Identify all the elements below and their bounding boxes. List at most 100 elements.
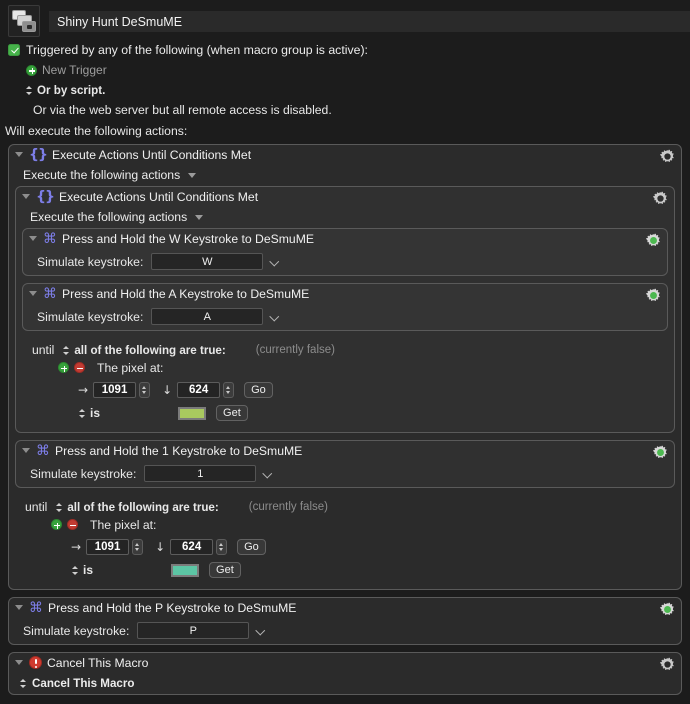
- command-key-icon: ⌘: [43, 230, 57, 247]
- cancel-macro-dropdown[interactable]: Cancel This Macro: [9, 672, 681, 694]
- gear-icon-cancel-macro[interactable]: [660, 657, 675, 672]
- chevron-down-icon[interactable]: [263, 469, 272, 478]
- disclosure-triangle-icon[interactable]: [22, 194, 30, 199]
- gear-icon-inner[interactable]: [653, 191, 668, 206]
- inner-until-row[interactable]: until all of the following are true: (cu…: [22, 343, 668, 357]
- arrow-down-icon: ↓: [155, 540, 166, 554]
- up-down-chevron-icon[interactable]: [55, 501, 63, 513]
- disclosure-triangle-icon[interactable]: [15, 605, 23, 610]
- inner-pixel-x-input[interactable]: 1091: [93, 382, 137, 398]
- actions-list: {} Execute Actions Until Conditions Met …: [0, 140, 690, 704]
- trigger-enabled-checkbox[interactable]: [8, 44, 20, 56]
- chevron-down-icon[interactable]: [188, 172, 197, 178]
- will-execute-label: Will execute the following actions:: [5, 124, 188, 138]
- cancel-macro-title: Cancel This Macro: [47, 655, 149, 670]
- inner-go-button[interactable]: Go: [244, 382, 273, 398]
- inner-pixel-x-stepper[interactable]: [139, 382, 151, 398]
- outer-pixel-y-input[interactable]: 624: [170, 539, 214, 555]
- action-execute-until-inner[interactable]: {} Execute Actions Until Conditions Met …: [15, 186, 675, 433]
- trigger-section: Triggered by any of the following (when …: [0, 36, 690, 140]
- keystroke-w-field[interactable]: W: [151, 253, 264, 270]
- outer-dropdown-label: Execute the following actions: [23, 168, 181, 182]
- outer-pixel-label-row: The pixel at:: [15, 514, 675, 535]
- keystroke-a-field[interactable]: A: [151, 308, 264, 325]
- outer-until-row[interactable]: until all of the following are true: (cu…: [15, 500, 675, 514]
- keystroke-1-header[interactable]: ⌘ Press and Hold the 1 Keystroke to DeSm…: [16, 441, 674, 460]
- new-trigger-button[interactable]: New Trigger: [26, 60, 690, 80]
- keystroke-1-row: Simulate keystroke: 1: [16, 460, 674, 487]
- the-pixel-at-label: The pixel at:: [97, 360, 164, 375]
- up-down-chevron-icon[interactable]: [71, 564, 79, 576]
- arrow-right-icon: →: [71, 540, 82, 554]
- disclosure-triangle-icon[interactable]: [15, 152, 23, 157]
- outer-go-button[interactable]: Go: [237, 539, 266, 555]
- inner-until-condition: until all of the following are true: (cu…: [22, 338, 668, 432]
- disclosure-triangle-icon[interactable]: [15, 660, 23, 665]
- action-keystroke-w[interactable]: ⌘ Press and Hold the W Keystroke to DeSm…: [22, 228, 668, 276]
- chevron-down-icon[interactable]: [270, 312, 279, 321]
- inner-pixel-y-stepper[interactable]: [223, 382, 235, 398]
- add-condition-button[interactable]: [58, 362, 69, 373]
- inner-pixel-y-input[interactable]: 624: [177, 382, 221, 398]
- action-cancel-macro[interactable]: Cancel This Macro Cancel This Macro: [8, 652, 682, 695]
- outer-color-swatch[interactable]: [171, 563, 200, 577]
- keystroke-1-field[interactable]: 1: [144, 465, 257, 482]
- or-by-script-row[interactable]: Or by script.: [25, 80, 690, 100]
- up-down-chevron-icon[interactable]: [78, 407, 86, 419]
- gear-icon-keystroke-w[interactable]: [646, 233, 661, 248]
- outer-execute-dropdown[interactable]: Execute the following actions: [9, 164, 681, 186]
- outer-get-button[interactable]: Get: [209, 562, 241, 578]
- plus-circle-icon: [26, 64, 37, 76]
- outer-condition-state: (currently false): [248, 501, 328, 513]
- keystroke-w-row: Simulate keystroke: W: [23, 248, 667, 275]
- outer-panel-header[interactable]: {} Execute Actions Until Conditions Met: [9, 145, 681, 164]
- action-keystroke-a[interactable]: ⌘ Press and Hold the A Keystroke to DeSm…: [22, 283, 668, 331]
- trigger-header-label: Triggered by any of the following (when …: [26, 43, 368, 57]
- inner-get-button[interactable]: Get: [216, 405, 248, 421]
- up-down-chevron-icon[interactable]: [19, 677, 27, 689]
- action-keystroke-p[interactable]: ⌘ Press and Hold the P Keystroke to DeSm…: [8, 597, 682, 645]
- chevron-down-icon[interactable]: [270, 257, 279, 266]
- trigger-header-row: Triggered by any of the following (when …: [8, 40, 690, 60]
- gear-icon-keystroke-1[interactable]: [653, 445, 668, 460]
- remove-condition-button[interactable]: [67, 519, 78, 530]
- keystroke-a-header[interactable]: ⌘ Press and Hold the A Keystroke to DeSm…: [23, 284, 667, 303]
- outer-is-row: is Get: [15, 559, 675, 581]
- outer-coord-row: → 1091 ↓ 624 Go: [15, 535, 675, 559]
- outer-pixel-x-stepper[interactable]: [132, 539, 144, 555]
- disclosure-triangle-icon[interactable]: [29, 291, 37, 296]
- cancel-macro-dropdown-label: Cancel This Macro: [32, 676, 135, 690]
- inner-color-swatch[interactable]: [178, 406, 207, 420]
- disclosure-triangle-icon[interactable]: [22, 448, 30, 453]
- arrow-down-icon: ↓: [162, 383, 173, 397]
- macro-title-field[interactable]: Shiny Hunt DeSmuME: [49, 11, 690, 32]
- add-condition-button[interactable]: [51, 519, 62, 530]
- disclosure-triangle-icon[interactable]: [29, 236, 37, 241]
- inner-execute-dropdown[interactable]: Execute the following actions: [16, 206, 674, 228]
- keystroke-w-title: Press and Hold the W Keystroke to DeSmuM…: [62, 231, 314, 246]
- cancel-macro-header[interactable]: Cancel This Macro: [9, 653, 681, 672]
- outer-panel-title: Execute Actions Until Conditions Met: [51, 147, 252, 162]
- remove-condition-button[interactable]: [74, 362, 85, 373]
- gear-icon-keystroke-p[interactable]: [660, 602, 675, 617]
- chevron-down-icon[interactable]: [195, 214, 204, 220]
- outer-pixel-y-stepper[interactable]: [216, 539, 228, 555]
- keystroke-p-header[interactable]: ⌘ Press and Hold the P Keystroke to DeSm…: [9, 598, 681, 617]
- inner-coord-row: → 1091 ↓ 624 Go: [22, 378, 668, 402]
- up-down-chevron-icon[interactable]: [62, 344, 70, 356]
- inner-pixel-label-row: The pixel at:: [22, 357, 668, 378]
- inner-panel-header[interactable]: {} Execute Actions Until Conditions Met: [16, 187, 674, 206]
- action-keystroke-1[interactable]: ⌘ Press and Hold the 1 Keystroke to DeSm…: [15, 440, 675, 488]
- command-key-icon: ⌘: [43, 285, 57, 302]
- simulate-keystroke-label: Simulate keystroke:: [30, 466, 137, 481]
- outer-pixel-x-input[interactable]: 1091: [86, 539, 130, 555]
- keystroke-p-field[interactable]: P: [137, 622, 250, 639]
- gear-icon-outer[interactable]: [660, 149, 675, 164]
- gear-icon-keystroke-a[interactable]: [646, 288, 661, 303]
- outer-condition-type: all of the following are true:: [67, 500, 219, 514]
- action-execute-until-outer[interactable]: {} Execute Actions Until Conditions Met …: [8, 144, 682, 590]
- chevron-down-icon[interactable]: [256, 626, 265, 635]
- keystroke-w-header[interactable]: ⌘ Press and Hold the W Keystroke to DeSm…: [23, 229, 667, 248]
- error-circle-icon: [29, 656, 42, 669]
- command-key-icon: ⌘: [36, 442, 50, 459]
